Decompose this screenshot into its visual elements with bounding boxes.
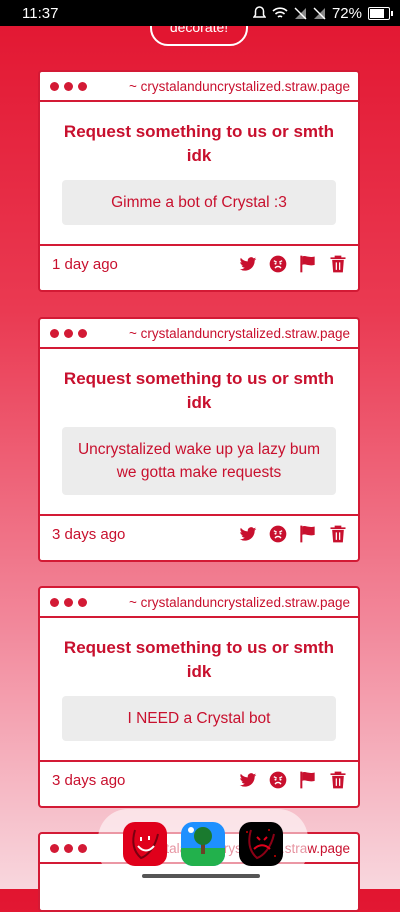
card-time: 3 days ago	[52, 771, 126, 789]
card-message: Gimme a bot of Crystal :3	[62, 180, 336, 225]
request-card: ~ crystalanduncrystalized.straw.page Req…	[38, 586, 360, 808]
card-title: Request something to us or smth idk	[63, 369, 335, 412]
card-actions	[238, 254, 348, 274]
angry-face-icon[interactable]	[268, 770, 288, 790]
card-message: I NEED a Crystal bot	[62, 696, 336, 741]
signal-off-icon-2	[313, 7, 326, 19]
flag-icon[interactable]	[298, 524, 318, 544]
request-card: ~ crystalanduncrystalized.straw.page Req…	[38, 317, 360, 562]
card-time: 1 day ago	[52, 255, 118, 273]
card-footer: 3 days ago	[40, 760, 358, 798]
card-actions	[238, 770, 348, 790]
angry-face-icon[interactable]	[268, 524, 288, 544]
card-header: ~ crystalanduncrystalized.straw.page	[40, 72, 358, 102]
dark-smile-app-icon[interactable]	[239, 822, 283, 866]
card-body: Request something to us or smth idk Gimm…	[40, 102, 358, 244]
card-url[interactable]: ~ crystalanduncrystalized.straw.page	[129, 595, 350, 610]
card-message: Uncrystalized wake up ya lazy bum we got…	[62, 427, 336, 495]
status-bar: 11:37 72%	[0, 0, 400, 26]
card-header: ~ crystalanduncrystalized.straw.page	[40, 588, 358, 618]
twitter-icon[interactable]	[238, 770, 258, 790]
card-title: Request something to us or smth idk	[63, 122, 335, 165]
window-dots	[50, 328, 87, 338]
flag-icon[interactable]	[298, 770, 318, 790]
twitter-icon[interactable]	[238, 524, 258, 544]
home-indicator[interactable]	[142, 874, 260, 878]
wifi-icon	[272, 6, 288, 18]
flag-icon[interactable]	[298, 254, 318, 274]
window-dots	[50, 81, 87, 91]
request-card: ~ crystalanduncrystalized.straw.page Req…	[38, 70, 360, 292]
card-actions	[238, 524, 348, 544]
card-body: Request something to us or smth idk Uncr…	[40, 349, 358, 514]
window-dots	[50, 843, 87, 853]
battery-icon	[368, 6, 393, 20]
trash-icon[interactable]	[328, 254, 348, 274]
smile-app-icon[interactable]	[123, 822, 167, 866]
card-header: ~ crystalanduncrystalized.straw.page	[40, 319, 358, 349]
card-url[interactable]: ~ crystalanduncrystalized.straw.page	[129, 326, 350, 341]
app-dock	[98, 809, 308, 879]
status-icons: 72%	[252, 4, 393, 22]
battery-percent: 72%	[331, 4, 362, 22]
signal-off-icon	[294, 7, 307, 19]
card-url[interactable]: ~ crystalanduncrystalized.straw.page	[129, 79, 350, 94]
trash-icon[interactable]	[328, 770, 348, 790]
status-time: 11:37	[22, 4, 59, 22]
landscape-app-icon[interactable]	[181, 822, 225, 866]
notification-icon	[252, 6, 266, 18]
angry-face-icon[interactable]	[268, 254, 288, 274]
card-body: Request something to us or smth idk I NE…	[40, 618, 358, 760]
card-title: Request something to us or smth idk	[63, 638, 335, 681]
twitter-icon[interactable]	[238, 254, 258, 274]
card-footer: 1 day ago	[40, 244, 358, 282]
trash-icon[interactable]	[328, 524, 348, 544]
window-dots	[50, 597, 87, 607]
card-footer: 3 days ago	[40, 514, 358, 552]
card-time: 3 days ago	[52, 525, 126, 543]
